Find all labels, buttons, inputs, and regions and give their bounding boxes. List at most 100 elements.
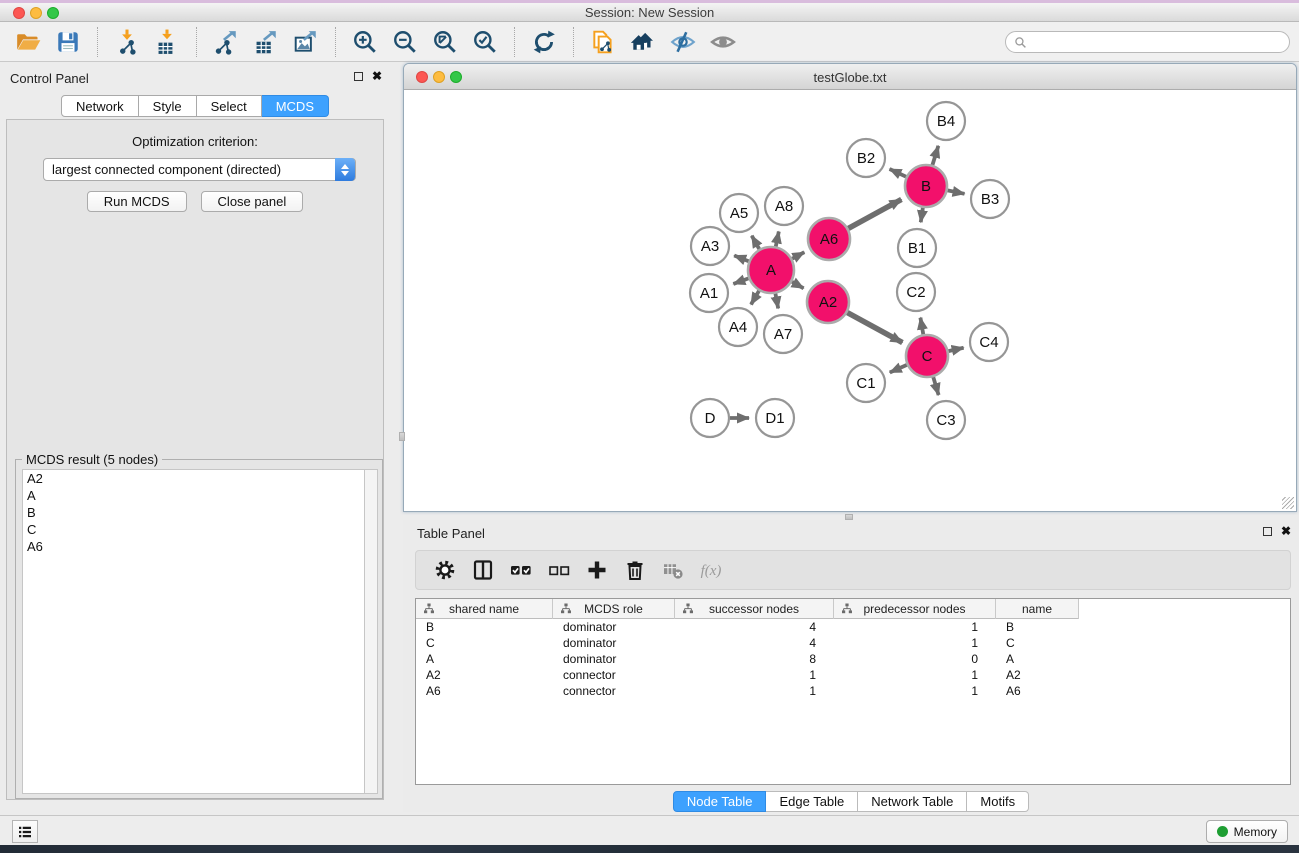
zoom-fit-button[interactable]	[425, 25, 465, 59]
node-D[interactable]: D	[691, 399, 729, 437]
deselect-all-button[interactable]	[540, 553, 578, 587]
tab-network-table[interactable]: Network Table	[858, 791, 967, 812]
node-C1[interactable]: C1	[847, 364, 885, 402]
table-row[interactable]: Bdominator41B	[416, 619, 1290, 635]
node-A3[interactable]: A3	[691, 227, 729, 265]
import-network-button[interactable]	[107, 25, 147, 59]
delete-column-button[interactable]	[616, 553, 654, 587]
resize-grip-icon[interactable]	[1282, 497, 1294, 509]
tab-mcds[interactable]: MCDS	[262, 95, 329, 117]
cell-name[interactable]: A	[996, 651, 1079, 667]
edge-A-A1[interactable]	[733, 278, 748, 284]
cell-name[interactable]: A6	[996, 683, 1079, 699]
tab-node-table[interactable]: Node Table	[673, 791, 767, 812]
table-row[interactable]: Adominator80A	[416, 651, 1290, 667]
cell-successor-nodes[interactable]: 4	[675, 635, 834, 651]
table-row[interactable]: Cdominator41C	[416, 635, 1290, 651]
edge-C-C2[interactable]	[920, 318, 923, 335]
node-B4[interactable]: B4	[927, 102, 965, 140]
cell-predecessor-nodes[interactable]: 1	[834, 683, 996, 699]
edge-B-B1[interactable]	[921, 208, 923, 222]
edge-A-A2[interactable]	[792, 282, 804, 289]
result-scrollbar[interactable]	[364, 469, 378, 794]
cell-successor-nodes[interactable]: 1	[675, 667, 834, 683]
cell-predecessor-nodes[interactable]: 1	[834, 667, 996, 683]
split-panel-button[interactable]	[464, 553, 502, 587]
node-C2[interactable]: C2	[897, 273, 935, 311]
add-column-button[interactable]	[578, 553, 616, 587]
cell-predecessor-nodes[interactable]: 1	[834, 619, 996, 635]
table-row[interactable]: A6connector11A6	[416, 683, 1290, 699]
edge-C-C1[interactable]	[890, 365, 907, 373]
column-header-shared-name[interactable]: shared name	[416, 599, 553, 619]
zoom-out-button[interactable]	[385, 25, 425, 59]
close-panel-icon[interactable]: ✖	[372, 71, 382, 81]
tab-network[interactable]: Network	[61, 95, 139, 117]
cell-successor-nodes[interactable]: 8	[675, 651, 834, 667]
edge-B-B4[interactable]	[932, 146, 938, 165]
cell-name[interactable]: C	[996, 635, 1079, 651]
criterion-dropdown[interactable]: largest connected component (directed)	[43, 158, 356, 181]
edge-A-A5[interactable]	[752, 236, 760, 249]
cell-MCDS-role[interactable]: dominator	[553, 619, 675, 635]
tab-edge-table[interactable]: Edge Table	[766, 791, 858, 812]
cell-predecessor-nodes[interactable]: 0	[834, 651, 996, 667]
node-A8[interactable]: A8	[765, 187, 803, 225]
cell-predecessor-nodes[interactable]: 1	[834, 635, 996, 651]
result-item[interactable]: A	[23, 487, 364, 504]
node-C[interactable]: C	[906, 335, 948, 377]
network-window-titlebar[interactable]: testGlobe.txt	[404, 64, 1296, 90]
node-D1[interactable]: D1	[756, 399, 794, 437]
node-A4[interactable]: A4	[719, 308, 757, 346]
run-mcds-button[interactable]: Run MCDS	[87, 191, 187, 212]
cell-shared-name[interactable]: C	[416, 635, 553, 651]
clone-network-button[interactable]	[583, 25, 623, 59]
memory-button[interactable]: Memory	[1206, 820, 1288, 843]
node-B2[interactable]: B2	[847, 139, 885, 177]
edge-A-A7[interactable]	[775, 294, 778, 309]
float-panel-icon[interactable]	[354, 72, 363, 81]
import-table-button[interactable]	[147, 25, 187, 59]
result-item[interactable]: C	[23, 521, 364, 538]
node-C3[interactable]: C3	[927, 401, 965, 439]
result-item[interactable]: B	[23, 504, 364, 521]
edge-A-A8[interactable]	[776, 231, 779, 246]
search-input[interactable]	[1032, 35, 1281, 49]
column-header-predecessor-nodes[interactable]: predecessor nodes	[834, 599, 996, 619]
open-file-button[interactable]	[8, 25, 48, 59]
node-A[interactable]: A	[748, 247, 794, 293]
cell-shared-name[interactable]: A6	[416, 683, 553, 699]
node-A1[interactable]: A1	[690, 274, 728, 312]
node-A5[interactable]: A5	[720, 194, 758, 232]
edge-A2-C[interactable]	[847, 313, 902, 343]
tab-style[interactable]: Style	[139, 95, 197, 117]
edge-A-A3[interactable]	[734, 256, 748, 262]
save-session-button[interactable]	[48, 25, 88, 59]
table-row[interactable]: A2connector11A2	[416, 667, 1290, 683]
edge-C-C4[interactable]	[948, 348, 963, 351]
cell-shared-name[interactable]: B	[416, 619, 553, 635]
task-history-button[interactable]	[12, 820, 38, 843]
close-panel-button[interactable]: Close panel	[201, 191, 304, 212]
hide-graphics-details-button[interactable]	[663, 25, 703, 59]
tab-select[interactable]: Select	[197, 95, 262, 117]
edge-B-B2[interactable]	[890, 169, 907, 177]
cell-MCDS-role[interactable]: dominator	[553, 635, 675, 651]
network-canvas[interactable]: B4B2BB3A5A8A6B1A3AC2A1A2A4A7C4CC1C3DD1	[404, 90, 1296, 511]
show-graphics-details-button[interactable]	[703, 25, 743, 59]
export-image-button[interactable]	[286, 25, 326, 59]
vertical-splitter-handle[interactable]	[399, 432, 405, 441]
edge-A-A4[interactable]	[751, 291, 759, 305]
edge-A-A6[interactable]	[792, 252, 804, 258]
cell-shared-name[interactable]: A2	[416, 667, 553, 683]
edge-A6-B[interactable]	[848, 199, 901, 228]
node-A2[interactable]: A2	[807, 281, 849, 323]
node-A7[interactable]: A7	[764, 315, 802, 353]
tab-motifs[interactable]: Motifs	[967, 791, 1029, 812]
edge-B-B3[interactable]	[948, 190, 965, 193]
cell-name[interactable]: B	[996, 619, 1079, 635]
result-item[interactable]: A6	[23, 538, 364, 555]
cell-shared-name[interactable]: A	[416, 651, 553, 667]
node-B[interactable]: B	[905, 165, 947, 207]
export-table-button[interactable]	[246, 25, 286, 59]
